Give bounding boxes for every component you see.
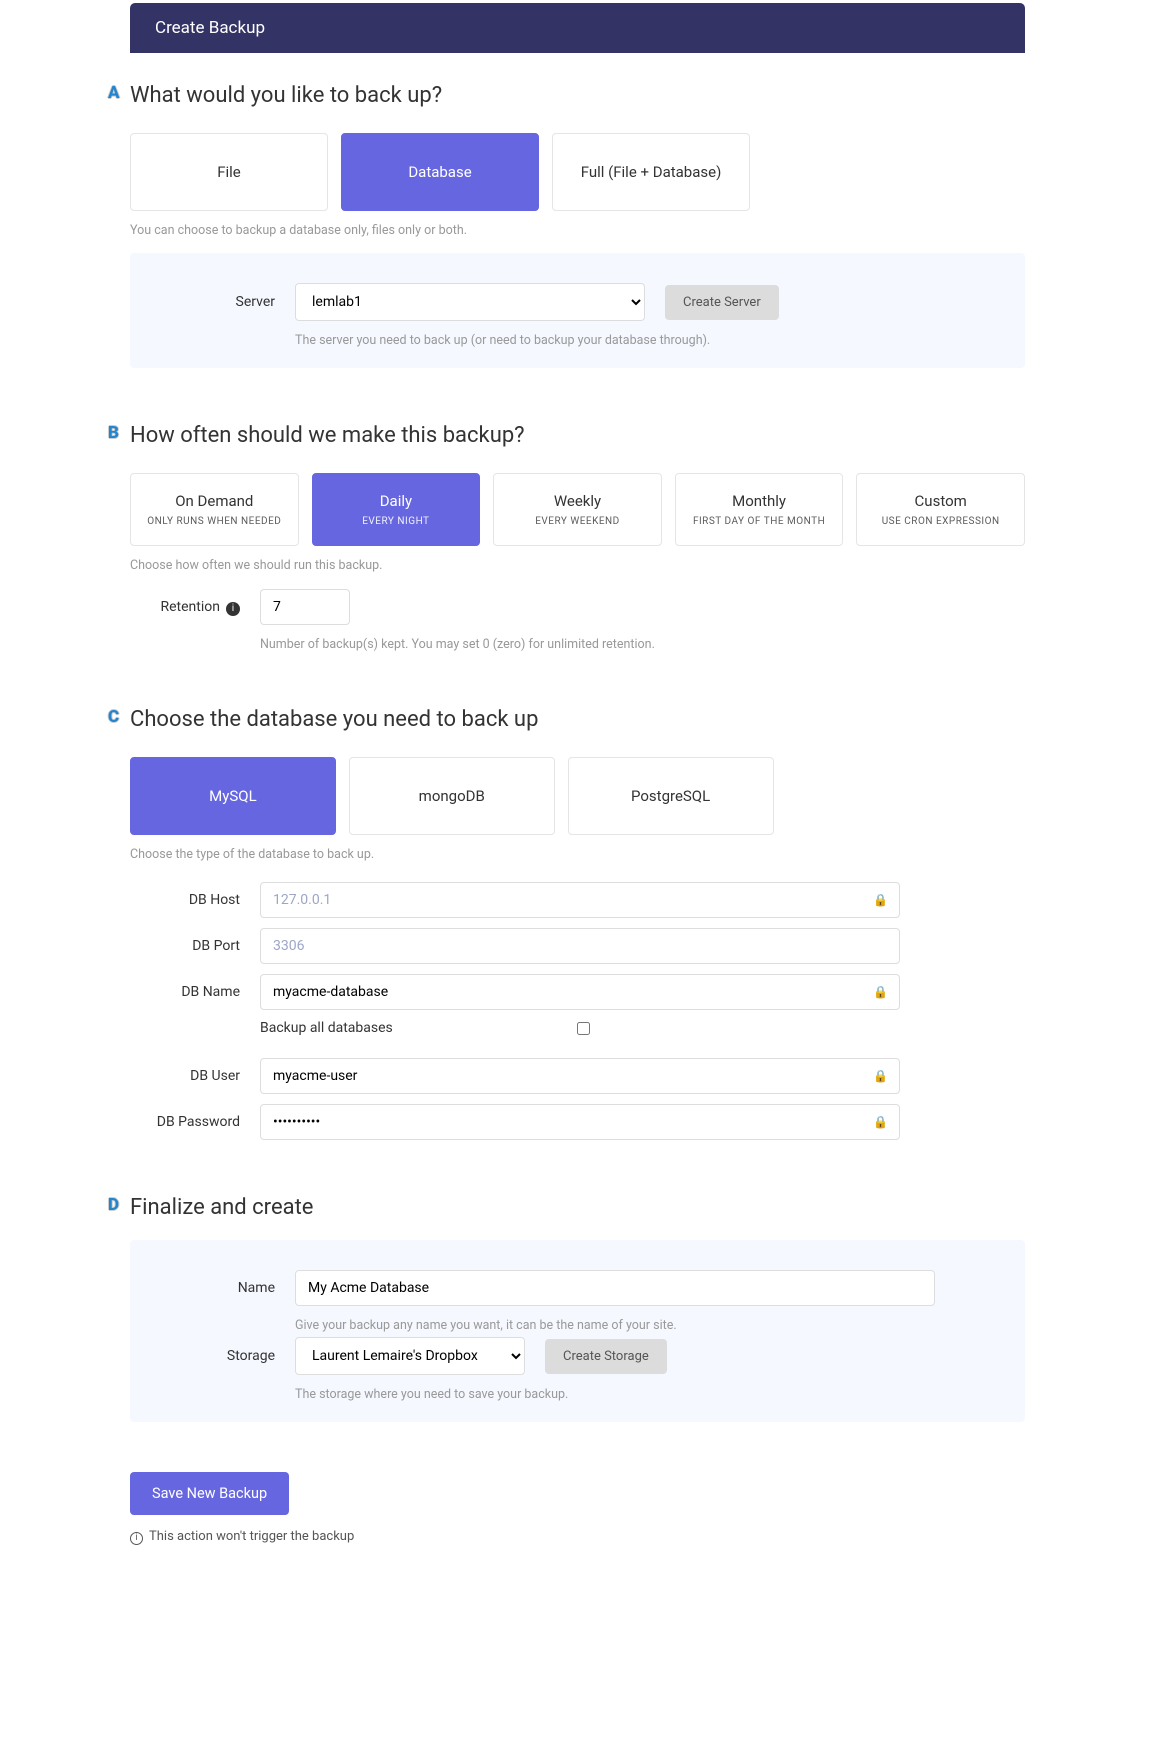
create-storage-button[interactable]: Create Storage [545,1339,667,1374]
lock-icon: 🔒 [873,1069,888,1083]
backup-all-checkbox[interactable] [577,1022,590,1035]
db-port-label: DB Port [130,938,260,954]
marker-d: D [108,1195,119,1215]
db-mysql[interactable]: MySQL [130,757,336,835]
lock-icon: 🔒 [873,893,888,907]
freq-monthly[interactable]: MonthlyFirst day of the month [675,473,844,546]
db-mongodb[interactable]: mongoDB [349,757,555,835]
backup-type-file[interactable]: File [130,133,328,211]
backup-type-database[interactable]: Database [341,133,539,211]
section-frequency: B How often should we make this backup? … [130,423,1025,652]
lock-icon: 🔒 [873,985,888,999]
create-server-button[interactable]: Create Server [665,285,779,320]
section-database: C Choose the database you need to back u… [130,707,1025,1140]
marker-c: C [108,707,119,727]
name-hint: Give your backup any name you want, it c… [295,1318,990,1333]
server-select[interactable]: lemlab1 [295,283,645,321]
info-icon[interactable]: i [226,602,240,616]
backup-type-hint: You can choose to backup a database only… [130,223,1025,238]
section-finalize: D Finalize and create Name Give your bac… [130,1195,1025,1422]
db-postgresql[interactable]: PostgreSQL [568,757,774,835]
section-b-title: How often should we make this backup? [130,423,1025,448]
section-a-title: What would you like to back up? [130,83,1025,108]
retention-hint: Number of backup(s) kept. You may set 0 … [260,637,1025,652]
freq-daily[interactable]: DailyEvery night [312,473,481,546]
db-user-input[interactable] [260,1058,900,1094]
freq-weekly[interactable]: WeeklyEvery weekend [493,473,662,546]
db-host-input[interactable] [260,882,900,918]
db-host-label: DB Host [130,892,260,908]
save-backup-button[interactable]: Save New Backup [130,1472,289,1515]
section-d-title: Finalize and create [130,1195,1025,1220]
db-pass-input[interactable] [260,1104,900,1140]
storage-hint: The storage where you need to save your … [295,1387,990,1402]
server-hint: The server you need to back up (or need … [295,333,990,348]
marker-a: A [108,83,120,103]
storage-label: Storage [165,1348,295,1364]
section-backup-type: A What would you like to back up? File D… [130,83,1025,368]
freq-ondemand[interactable]: On DemandOnly runs when needed [130,473,299,546]
server-label: Server [165,294,295,310]
db-name-label: DB Name [130,984,260,1000]
db-user-label: DB User [130,1068,260,1084]
page-title: Create Backup [130,3,1025,53]
backup-type-full[interactable]: Full (File + Database) [552,133,750,211]
frequency-hint: Choose how often we should run this back… [130,558,1025,573]
backup-name-input[interactable] [295,1270,935,1306]
freq-custom[interactable]: CustomUse cron expression [856,473,1025,546]
backup-all-label: Backup all databases [260,1020,393,1036]
retention-label: Retentioni [130,599,260,616]
retention-input[interactable] [260,589,350,625]
storage-select[interactable]: Laurent Lemaire's Dropbox [295,1337,525,1375]
lock-icon: 🔒 [873,1115,888,1129]
db-pass-label: DB Password [130,1114,260,1130]
db-type-hint: Choose the type of the database to back … [130,847,1025,862]
name-label: Name [165,1280,295,1296]
info-icon: i [130,1532,143,1545]
marker-b: B [108,423,119,443]
section-c-title: Choose the database you need to back up [130,707,1025,732]
db-port-input[interactable] [260,928,900,964]
save-note: iThis action won't trigger the backup [130,1529,1025,1545]
db-name-input[interactable] [260,974,900,1010]
